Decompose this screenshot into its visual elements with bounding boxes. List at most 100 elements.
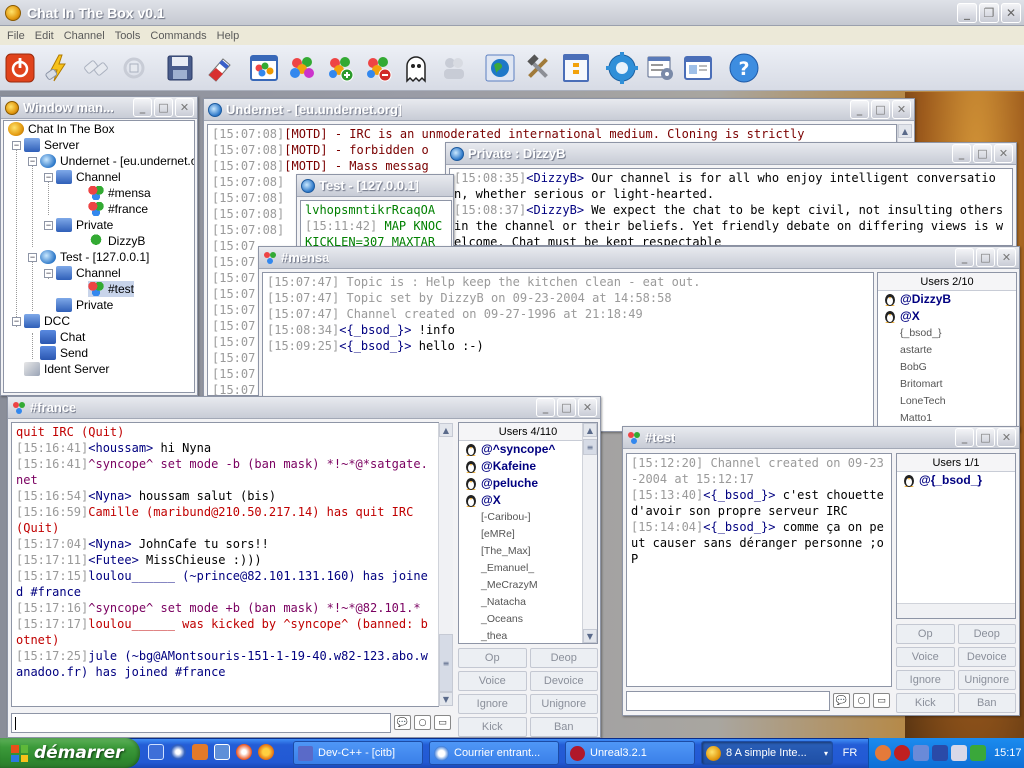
close-button[interactable]: ✕: [994, 144, 1013, 163]
user-item[interactable]: @X: [459, 492, 597, 509]
tree-node-private[interactable]: Private: [56, 217, 113, 233]
minimize-button[interactable]: _: [850, 100, 869, 119]
thought-bubble-icon[interactable]: ○: [414, 715, 431, 730]
tree-node-dcc[interactable]: DCC: [24, 313, 70, 329]
minimize-button[interactable]: _: [536, 398, 555, 417]
language-indicator[interactable]: FR: [839, 744, 861, 762]
close-button[interactable]: ✕: [997, 428, 1016, 447]
app-icon[interactable]: [214, 744, 230, 760]
unignore-button[interactable]: Unignore: [529, 694, 598, 714]
tree-node-dcc-send[interactable]: Send: [40, 345, 88, 361]
user-item[interactable]: _thea: [459, 628, 597, 643]
user-item[interactable]: _Emanuel_: [459, 560, 597, 577]
browser-window-icon[interactable]: [681, 51, 715, 85]
eraser-icon[interactable]: [201, 51, 235, 85]
connect-icon[interactable]: [41, 51, 75, 85]
menu-edit[interactable]: Edit: [30, 30, 59, 42]
restore-button[interactable]: ❐: [979, 3, 999, 23]
france-message-input[interactable]: [11, 713, 391, 733]
users-hscrollbar[interactable]: [897, 603, 1015, 618]
add-users-icon[interactable]: [323, 51, 357, 85]
minimize-button[interactable]: _: [955, 428, 974, 447]
close-button[interactable]: ✕: [892, 100, 911, 119]
user-item[interactable]: @Kafeine: [459, 458, 597, 475]
disconnect-icon[interactable]: [79, 51, 113, 85]
menu-commands[interactable]: Commands: [145, 30, 211, 42]
test-message-input[interactable]: [626, 691, 830, 711]
shield-icon[interactable]: [932, 745, 948, 761]
user-item[interactable]: [-Caribou-]: [459, 509, 597, 526]
user-item[interactable]: astarte: [878, 342, 1016, 359]
close-button[interactable]: ✕: [1001, 3, 1021, 23]
maximize-button[interactable]: □: [976, 248, 995, 267]
desktop-icon[interactable]: [148, 744, 164, 760]
tree-node-ident-server[interactable]: Ident Server: [24, 361, 109, 377]
reconnect-icon[interactable]: [117, 51, 151, 85]
tree-node-mensa[interactable]: #mensa: [88, 185, 151, 201]
mensa-users-list[interactable]: Users 2/10 @DizzyB @X {_bsod_} astarte BobG B…: [877, 272, 1017, 432]
tree-node-dizzyb[interactable]: DizzyB: [88, 233, 145, 249]
voice-button[interactable]: Voice: [458, 671, 527, 691]
browser-icon[interactable]: [258, 744, 274, 760]
speech-bubble-icon[interactable]: 💬: [394, 715, 411, 730]
tray-arrow-icon[interactable]: [875, 745, 891, 761]
tree-node-channel[interactable]: Channel: [56, 265, 121, 281]
france-log-scrollbar[interactable]: ▲ ≡ ▼: [438, 423, 453, 706]
dcc-icon[interactable]: [437, 51, 471, 85]
user-item[interactable]: [The_Max]: [459, 543, 597, 560]
task-courrier[interactable]: Courrier entrant...: [429, 741, 559, 765]
speech-bubble-icon[interactable]: 💬: [833, 693, 850, 708]
user-item[interactable]: @DizzyB: [878, 291, 1016, 308]
task-unreal[interactable]: Unreal3.2.1: [565, 741, 695, 765]
tree-node-server[interactable]: Server: [24, 137, 79, 153]
deop-button[interactable]: Deop: [957, 624, 1016, 644]
keyboard-icon[interactable]: ▭: [434, 715, 451, 730]
minimize-button[interactable]: _: [955, 248, 974, 267]
options-icon[interactable]: [643, 51, 677, 85]
task-simple-inte[interactable]: 8 A simple Inte... ▾: [701, 741, 833, 765]
op-button[interactable]: Op: [458, 648, 527, 668]
network-icon[interactable]: [913, 745, 929, 761]
user-item[interactable]: @^syncope^: [459, 441, 597, 458]
ignore-button[interactable]: Ignore: [458, 694, 527, 714]
voice-button[interactable]: Voice: [896, 647, 955, 667]
tree-node-private[interactable]: Private: [56, 297, 113, 313]
maximize-button[interactable]: □: [976, 428, 995, 447]
maximize-button[interactable]: □: [973, 144, 992, 163]
tree-node-france[interactable]: #france: [88, 201, 148, 217]
settings-gear-icon[interactable]: [605, 51, 639, 85]
menu-channel[interactable]: Channel: [59, 30, 110, 42]
test-users-list[interactable]: Users 1/1 @{_bsod_}: [896, 453, 1016, 619]
tree-node-test-server[interactable]: Test - [127.0.0.1]: [40, 249, 149, 265]
user-item[interactable]: @{_bsod_}: [897, 472, 1015, 489]
menu-tools[interactable]: Tools: [110, 30, 146, 42]
thought-bubble-icon[interactable]: ○: [853, 693, 870, 708]
ignore-button[interactable]: Ignore: [896, 670, 955, 690]
devoice-button[interactable]: Devoice: [529, 671, 598, 691]
globe-icon[interactable]: [483, 51, 517, 85]
users-icon[interactable]: [285, 51, 319, 85]
user-item[interactable]: LoneTech: [878, 393, 1016, 410]
remove-users-icon[interactable]: [361, 51, 395, 85]
keyboard-icon[interactable]: ▭: [873, 693, 890, 708]
users-scrollbar[interactable]: ▲ ≡ ▼: [582, 423, 597, 643]
users-tray-icon[interactable]: [951, 745, 967, 761]
runner-icon[interactable]: [192, 744, 208, 760]
close-button[interactable]: ✕: [578, 398, 597, 417]
private-titlebar[interactable]: Private : DizzyB _ □ ✕: [446, 143, 1016, 165]
france-users-list[interactable]: Users 4/110 @^syncope^ @Kafeine @peluche @X…: [458, 422, 598, 644]
media-player-icon[interactable]: [170, 744, 186, 760]
panel-icon[interactable]: [559, 51, 593, 85]
menu-file[interactable]: File: [2, 30, 30, 42]
ban-button[interactable]: Ban: [529, 717, 598, 737]
op-button[interactable]: Op: [896, 624, 955, 644]
maximize-button[interactable]: □: [154, 98, 173, 117]
user-item[interactable]: @X: [878, 308, 1016, 325]
app-title-bar[interactable]: Chat In The Box v0.1 _ ❐ ✕: [0, 0, 1024, 26]
tree-node-test-channel[interactable]: #test: [88, 281, 135, 297]
user-item[interactable]: Britomart: [878, 376, 1016, 393]
window-manager-titlebar[interactable]: Window man... _ □ ✕: [1, 97, 197, 119]
tree-node-undernet[interactable]: Undernet - [eu.undernet.org]: [40, 153, 194, 169]
tree-node-root[interactable]: Chat In The Box: [8, 121, 115, 137]
tools-icon[interactable]: [521, 51, 555, 85]
